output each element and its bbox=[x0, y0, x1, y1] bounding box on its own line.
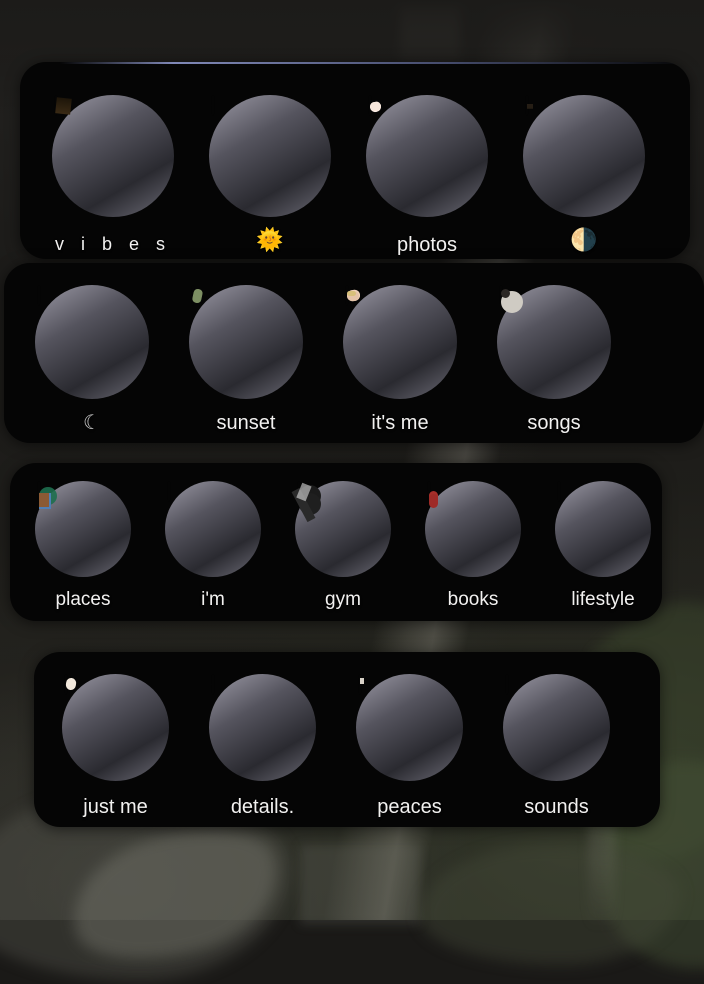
highlight-item-lifestyle[interactable]: lifestyle bbox=[555, 481, 651, 609]
highlight-ring bbox=[209, 95, 331, 217]
highlight-label: lifestyle bbox=[571, 589, 635, 610]
highlight-ring bbox=[497, 285, 611, 399]
highlight-label: i'm bbox=[201, 589, 225, 610]
highlight-ring bbox=[356, 674, 463, 781]
highlight-item-vibes[interactable]: v i b e s bbox=[52, 95, 174, 255]
highlight-ring bbox=[523, 95, 645, 217]
highlight-ring bbox=[35, 481, 131, 577]
highlight-item-sounds[interactable]: sounds bbox=[503, 674, 610, 817]
highlight-label: just me bbox=[83, 796, 148, 818]
highlight-item-gym[interactable]: gym bbox=[291, 481, 391, 610]
highlight-label: peaces bbox=[377, 796, 442, 818]
highlight-item-im[interactable]: i'm bbox=[165, 481, 261, 609]
highlight-ring bbox=[52, 95, 174, 217]
highlight-card-row-2: ☾ sunset it's me songs bbox=[4, 263, 704, 443]
highlight-label: sunset bbox=[216, 412, 276, 434]
highlight-item-books[interactable]: books bbox=[425, 481, 521, 609]
highlight-ring bbox=[62, 674, 169, 781]
highlight-item-moon[interactable]: 🌗 bbox=[523, 95, 645, 255]
highlight-card-row-3: places i'm gym books lifestyle bbox=[10, 463, 662, 621]
highlight-item-places[interactable]: places bbox=[35, 481, 131, 609]
highlight-item-sunset[interactable]: sunset bbox=[189, 285, 303, 433]
highlight-ring bbox=[343, 285, 457, 399]
highlight-label: it's me bbox=[371, 412, 429, 434]
highlight-ring bbox=[189, 285, 303, 399]
highlight-ring bbox=[35, 285, 149, 399]
highlight-ring bbox=[291, 481, 391, 577]
highlight-row-3: places i'm gym books lifestyle bbox=[35, 481, 651, 609]
highlight-ring bbox=[366, 95, 488, 217]
highlight-item-songs[interactable]: songs bbox=[497, 285, 611, 433]
highlight-label: 🌞 bbox=[256, 227, 284, 252]
highlight-label: sounds bbox=[524, 796, 589, 818]
highlight-card-row-4: just me details. peaces sounds bbox=[34, 652, 660, 827]
highlight-label: songs bbox=[527, 412, 581, 434]
highlight-row-1: v i b e s 🌞 photos 🌗 bbox=[52, 95, 645, 255]
highlight-label: gym bbox=[325, 589, 361, 610]
highlight-row-2: ☾ sunset it's me songs bbox=[35, 285, 611, 433]
highlight-card-row-1: v i b e s 🌞 photos 🌗 bbox=[20, 62, 690, 259]
highlight-label: v i b e s bbox=[54, 234, 172, 254]
highlight-row-4: just me details. peaces sounds bbox=[62, 674, 610, 817]
highlight-ring bbox=[165, 481, 261, 577]
highlight-item-just-me[interactable]: just me bbox=[62, 674, 169, 817]
highlight-item-photos[interactable]: photos bbox=[366, 95, 488, 255]
highlight-item-its-me[interactable]: it's me bbox=[343, 285, 457, 433]
highlight-label: photos bbox=[396, 234, 458, 256]
highlight-ring bbox=[425, 481, 521, 577]
highlight-ring bbox=[503, 674, 610, 781]
highlight-item-crescent[interactable]: ☾ bbox=[35, 285, 149, 433]
highlight-label: ☾ bbox=[83, 412, 101, 434]
highlight-label: details. bbox=[230, 796, 295, 818]
accent-line bbox=[60, 62, 690, 64]
highlight-label: 🌗 bbox=[570, 227, 598, 252]
highlight-item-details[interactable]: details. bbox=[209, 674, 316, 817]
light-streak bbox=[300, 845, 420, 925]
highlight-label: books bbox=[447, 589, 499, 610]
highlight-ring bbox=[555, 481, 651, 577]
highlight-item-peaces[interactable]: peaces bbox=[356, 674, 463, 817]
highlight-item-sun[interactable]: 🌞 bbox=[209, 95, 331, 255]
highlight-label: places bbox=[55, 589, 111, 610]
highlight-ring bbox=[209, 674, 316, 781]
